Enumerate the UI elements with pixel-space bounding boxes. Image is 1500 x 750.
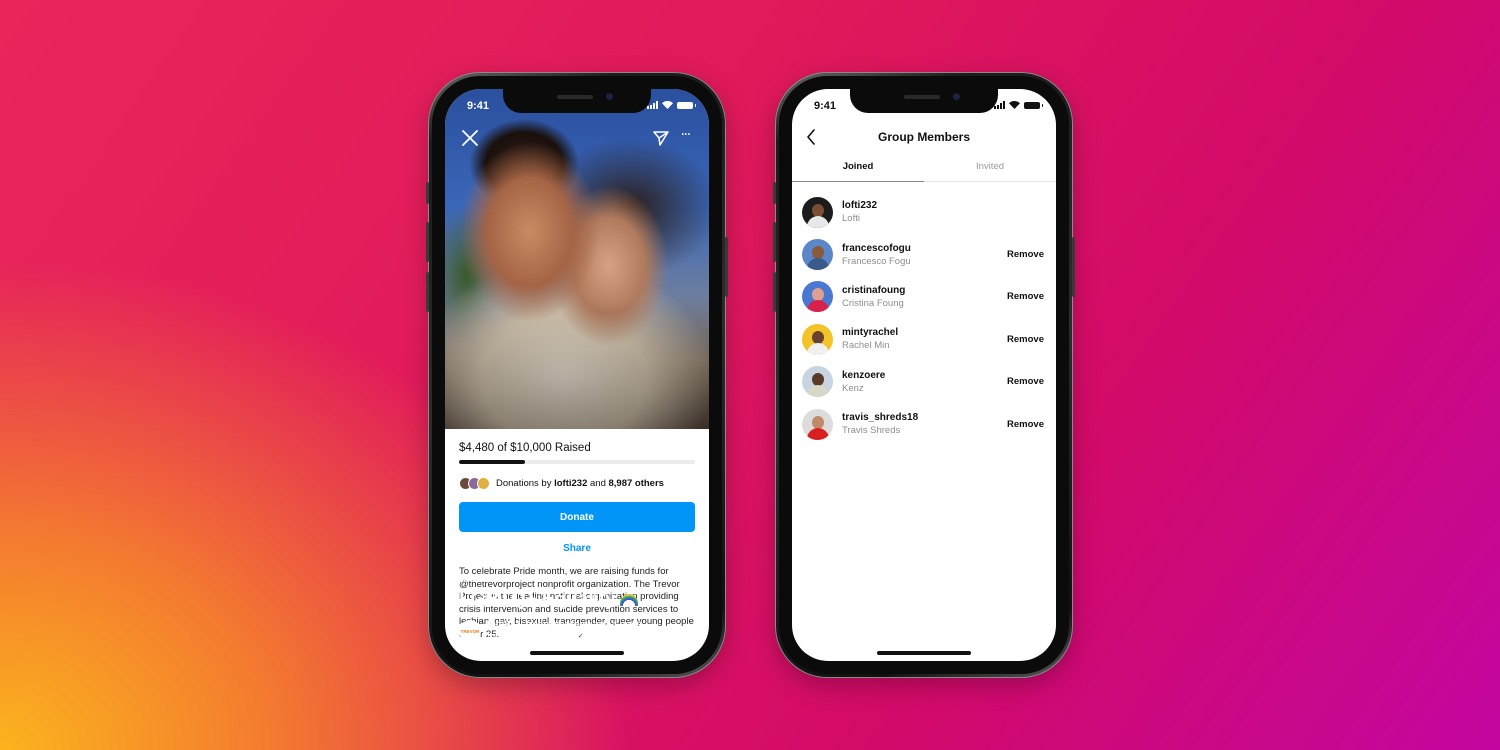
org-name-link[interactable]: thetrevorproject <box>501 631 574 642</box>
remove-member-button[interactable]: Remove <box>1007 249 1044 260</box>
avatar-body <box>806 300 829 313</box>
members-list: lofti232 Lofti francescofogu Francesco F… <box>792 191 1056 445</box>
group-members-screen: 9:41 Group Members Joined Invited lofti2… <box>792 89 1056 661</box>
member-full-name: Lofti <box>842 213 860 225</box>
member-names: francescofogu Francesco Fogu <box>842 243 1007 267</box>
member-username[interactable]: lofti232 <box>842 200 1044 211</box>
raised-amount: $4,480 of $10,000 Raised <box>459 442 591 454</box>
notch <box>850 89 998 113</box>
member-row[interactable]: cristinafoung Cristina Foung Remove <box>792 276 1056 318</box>
notch <box>503 89 651 113</box>
trevor-project-logo: TREVOR <box>459 620 481 642</box>
avatar-body <box>806 342 829 355</box>
days-left-label: 30 DAYS LEFT <box>459 575 513 584</box>
donations-row[interactable]: Donations by lofti232 and 8,987 others <box>459 477 695 490</box>
status-time: 9:41 <box>467 100 490 112</box>
member-full-name: Travis Shreds <box>842 425 901 437</box>
tab-joined[interactable]: Joined <box>792 157 924 182</box>
remove-member-button[interactable]: Remove <box>1007 419 1044 430</box>
member-row[interactable]: lofti232 Lofti <box>792 191 1056 233</box>
member-full-name: Cristina Foung <box>842 297 904 309</box>
organizers-more: and 4 more <box>591 619 642 630</box>
rainbow-icon <box>619 594 638 606</box>
avatar[interactable] <box>802 239 833 271</box>
fundraiser-screen: 9:41 ••• 30 DAYS LEFT LGBTQ+ Equality TR… <box>445 89 709 661</box>
member-row[interactable]: francescofogu Francesco Fogu Remove <box>792 233 1056 275</box>
home-indicator[interactable] <box>877 651 971 655</box>
fundraiser-title: LGBTQ+ Equality <box>459 589 697 611</box>
avatar-body <box>806 215 829 228</box>
remove-member-button[interactable]: Remove <box>1007 376 1044 387</box>
fundraiser-overlay: 30 DAYS LEFT LGBTQ+ Equality TREVOR loft… <box>459 575 697 643</box>
member-username[interactable]: mintyrachel <box>842 327 1007 338</box>
share-button[interactable]: Share <box>459 543 695 554</box>
phone-group-members: 9:41 Group Members Joined Invited lofti2… <box>773 72 1075 678</box>
battery-icon <box>1024 102 1043 109</box>
fundraiser-cover-photo <box>445 89 709 429</box>
member-full-name: Kenz <box>842 382 864 394</box>
member-row[interactable]: travis_shreds18 Travis Shreds Remove <box>792 403 1056 445</box>
power-button <box>725 237 728 297</box>
volume-down-button <box>773 272 776 312</box>
member-row[interactable]: kenzoere Kenz Remove <box>792 361 1056 403</box>
member-names: kenzoere Kenz <box>842 370 1007 394</box>
organizers-names[interactable]: lofti232, francescofogu <box>487 619 591 630</box>
donate-button[interactable]: Donate <box>459 502 695 532</box>
wifi-icon <box>1009 101 1020 109</box>
member-names: lofti232 Lofti <box>842 200 1044 224</box>
avatar[interactable] <box>802 323 833 355</box>
battery-icon <box>677 102 696 109</box>
remove-member-button[interactable]: Remove <box>1007 334 1044 345</box>
donor-count[interactable]: 8,987 others <box>609 478 664 489</box>
donor-avatars <box>459 477 490 490</box>
verified-badge-icon: ✓ <box>576 631 586 641</box>
avatar-body <box>806 427 829 440</box>
member-names: mintyrachel Rachel Min <box>842 327 1007 351</box>
volume-up-button <box>426 222 429 262</box>
member-username[interactable]: francescofogu <box>842 243 1007 254</box>
avatar[interactable] <box>802 196 833 228</box>
mute-switch <box>773 182 776 204</box>
avatar[interactable] <box>802 281 833 313</box>
progress-fill <box>459 460 525 464</box>
phone-fundraiser: 9:41 ••• 30 DAYS LEFT LGBTQ+ Equality TR… <box>426 72 728 678</box>
close-icon[interactable] <box>461 129 479 147</box>
avatar[interactable] <box>802 408 833 440</box>
member-username[interactable]: kenzoere <box>842 370 1007 381</box>
avatar-body <box>806 258 829 271</box>
avatar-body <box>806 385 829 398</box>
donations-prefix: Donations by <box>496 478 555 489</box>
member-username[interactable]: cristinafoung <box>842 285 1007 296</box>
more-icon[interactable]: ••• <box>682 130 691 140</box>
home-indicator[interactable] <box>530 651 624 655</box>
wifi-icon <box>662 101 673 109</box>
member-row[interactable]: mintyrachel Rachel Min Remove <box>792 318 1056 360</box>
fundraiser-title-text: LGBTQ+ Equality <box>459 589 616 610</box>
donations-text: Donations by lofti232 and 8,987 others <box>496 478 664 489</box>
volume-up-button <box>773 222 776 262</box>
organizers-row[interactable]: TREVOR lofti232, francescofogu and 4 mor… <box>459 619 697 643</box>
donor-avatar <box>477 477 490 490</box>
donations-mid: and <box>587 478 609 489</box>
organizers-text: lofti232, francescofogu and 4 more for t… <box>487 619 642 643</box>
member-username[interactable]: travis_shreds18 <box>842 412 1007 423</box>
tab-invited[interactable]: Invited <box>924 157 1056 181</box>
remove-member-button[interactable]: Remove <box>1007 291 1044 302</box>
fundraiser-progress-bar <box>459 460 695 464</box>
volume-down-button <box>426 272 429 312</box>
avatar[interactable] <box>802 366 833 398</box>
member-full-name: Francesco Fogu <box>842 255 911 267</box>
power-button <box>1072 237 1075 297</box>
for-label: for <box>487 631 501 642</box>
member-names: cristinafoung Cristina Foung <box>842 285 1007 309</box>
mute-switch <box>426 182 429 204</box>
member-names: travis_shreds18 Travis Shreds <box>842 412 1007 436</box>
send-icon[interactable] <box>653 130 669 146</box>
donor-username[interactable]: lofti232 <box>554 478 587 489</box>
page-title: Group Members <box>877 130 970 144</box>
nav-bar: Group Members <box>792 127 1056 149</box>
member-full-name: Rachel Min <box>842 340 890 352</box>
members-tabs: Joined Invited <box>792 157 1056 182</box>
status-time: 9:41 <box>814 100 837 112</box>
